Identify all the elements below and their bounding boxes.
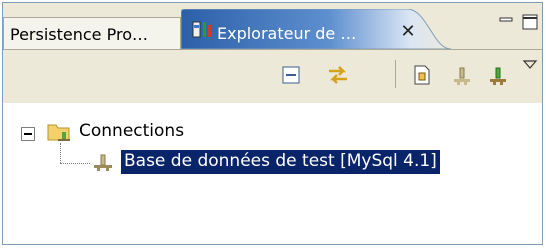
view-toolbar bbox=[3, 49, 542, 103]
tree-connector bbox=[60, 143, 61, 163]
close-icon[interactable]: ✕ bbox=[397, 21, 419, 43]
maximize-icon[interactable] bbox=[521, 13, 539, 31]
tree-connector bbox=[60, 163, 90, 164]
collapse-all-icon[interactable] bbox=[277, 60, 307, 90]
tab-explorer-label: Explorateur de … bbox=[217, 24, 357, 43]
disconnect-icon[interactable] bbox=[483, 60, 513, 90]
chevron-down-icon[interactable] bbox=[521, 58, 539, 72]
link-with-editor-icon[interactable] bbox=[323, 60, 353, 90]
connect-icon[interactable] bbox=[447, 60, 477, 90]
tab-persistence-label: Persistence Pro… bbox=[10, 25, 148, 44]
tree-item-connection[interactable]: Base de données de test [MySql 4.1] bbox=[121, 150, 440, 174]
connections-tree: Connections Base de données de test [MyS… bbox=[3, 103, 542, 244]
minimize-icon[interactable] bbox=[497, 15, 515, 29]
tab-explorer[interactable]: Explorateur de … ✕ bbox=[181, 9, 451, 49]
tab-persistence[interactable]: Persistence Pro… bbox=[3, 17, 181, 49]
database-icon bbox=[94, 154, 112, 171]
new-connection-icon[interactable] bbox=[407, 60, 437, 90]
tab-strip: Persistence Pro… Explorateur de … ✕ bbox=[3, 3, 542, 49]
collapse-toggle-icon[interactable] bbox=[21, 127, 35, 141]
tree-root-label[interactable]: Connections bbox=[79, 121, 184, 141]
folder-database-icon bbox=[47, 124, 70, 141]
explorer-view: Persistence Pro… Explorateur de … ✕ Conn… bbox=[2, 2, 543, 245]
database-explorer-icon bbox=[192, 21, 211, 38]
toolbar-separator bbox=[395, 60, 396, 88]
